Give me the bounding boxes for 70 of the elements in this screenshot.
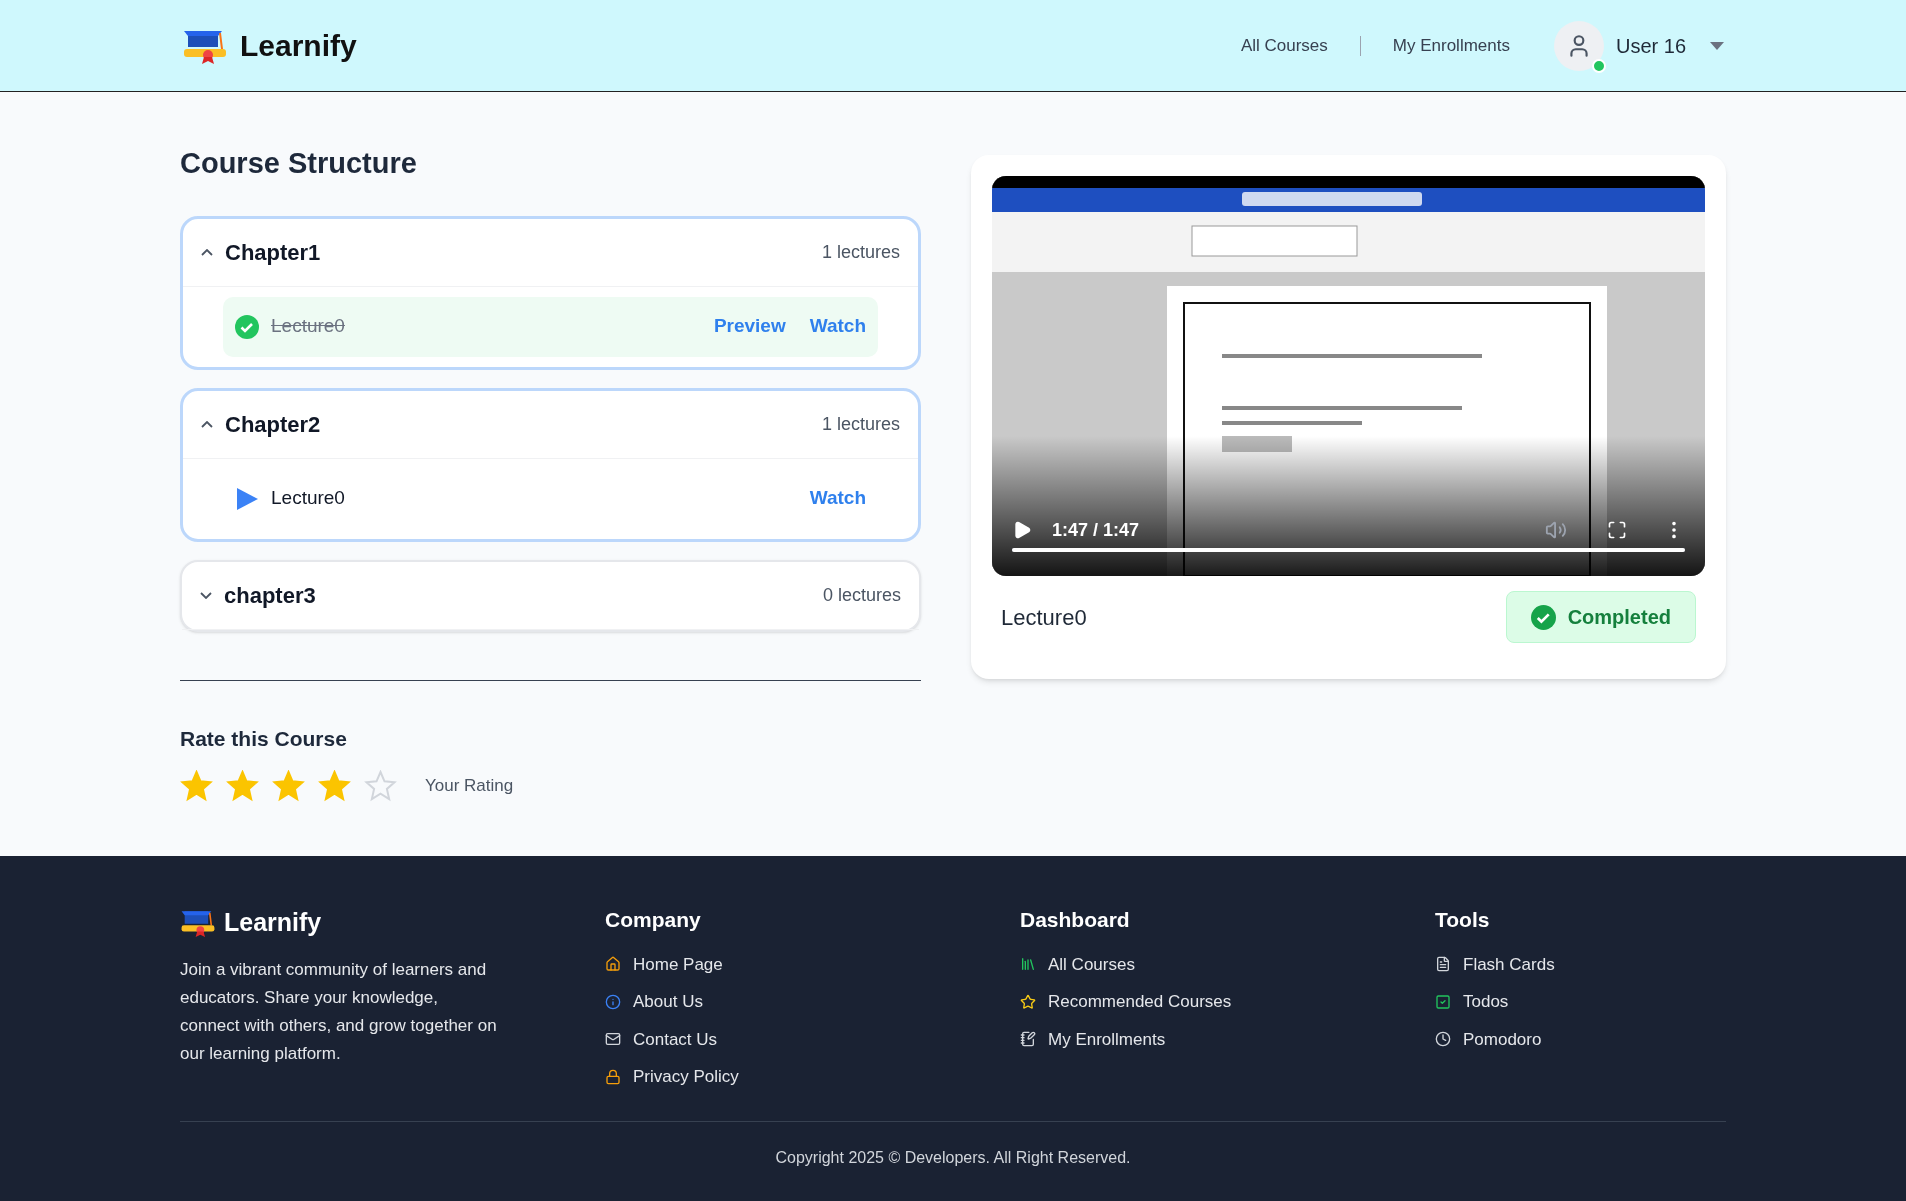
dropdown-caret-icon[interactable]	[1710, 41, 1724, 50]
books-icon	[1020, 956, 1036, 973]
star-icon	[1020, 993, 1036, 1010]
star-icon[interactable]	[318, 770, 351, 802]
check-circle-icon	[1530, 604, 1556, 630]
star-icon[interactable]	[226, 770, 259, 802]
chevron-up-icon	[201, 420, 213, 428]
footer-column-title: Dashboard	[1020, 907, 1131, 933]
footer-link[interactable]: Flash Cards	[1463, 951, 1555, 977]
play-icon[interactable]	[1012, 520, 1032, 540]
lecture-count: 0 lectures	[822, 583, 901, 607]
lecture-link[interactable]: Preview	[713, 312, 786, 341]
chapter-title: chapter3	[224, 581, 316, 610]
rating-title: Rate this Course	[180, 725, 348, 752]
check-circle-icon	[235, 314, 259, 339]
video-player[interactable]: 1:47 / 1:47	[992, 176, 1705, 576]
notepad-icon	[1020, 1031, 1036, 1048]
footer-link[interactable]: Home Page	[633, 951, 723, 977]
copyright-text: Copyright 2025 © Developers. All Right Reserved.	[775, 1147, 1131, 1168]
lecture-count: 1 lectures	[821, 412, 900, 436]
lecture-title: Lecture0	[1001, 603, 1087, 632]
footer-link[interactable]: Todos	[1463, 989, 1509, 1015]
info-icon	[605, 993, 621, 1010]
video-time: 1:47 / 1:47	[1052, 518, 1140, 542]
envelope-icon	[605, 1031, 621, 1048]
play-icon	[235, 486, 259, 511]
chapter-title: Chapter1	[225, 238, 321, 267]
lecture-link[interactable]: Watch	[809, 312, 866, 341]
footer-link[interactable]: About Us	[633, 989, 703, 1015]
padlock-icon	[605, 1068, 621, 1085]
page-title: Course Structure	[180, 146, 418, 181]
star-rating[interactable]	[180, 770, 397, 802]
nav-link[interactable]: My Enrollments	[1392, 32, 1510, 59]
rating-caption: Your Rating	[425, 775, 514, 798]
chapter-header[interactable]: Chapter1 1 lectures	[183, 218, 918, 287]
star-icon[interactable]	[364, 770, 397, 802]
chapter-header[interactable]: Chapter2 1 lectures	[183, 390, 918, 459]
chevron-up-icon	[201, 248, 213, 256]
star-icon[interactable]	[180, 770, 213, 802]
footer-description: Join a vibrant community of learners and educators. Share your knowledge, connect with others, and grow together on our learning platform.	[180, 958, 498, 1065]
footer-column-title: Company	[605, 907, 702, 933]
lecture-title: Lecture0	[271, 314, 345, 339]
footer-link[interactable]: Recommended Courses	[1048, 989, 1232, 1015]
chevron-down-icon	[200, 591, 212, 599]
brand-name: Learnify	[240, 28, 357, 64]
status-label: Completed	[1567, 605, 1671, 630]
footer-link[interactable]: My Enrollments	[1048, 1026, 1166, 1052]
lecture-row[interactable]: Lecture0 Preview Watch	[223, 296, 878, 357]
footer-brand-name: Learnify	[224, 907, 322, 938]
footer-link[interactable]: Privacy Policy	[633, 1064, 739, 1090]
lecture-row[interactable]: Lecture0 Watch	[223, 468, 878, 529]
lecture-link[interactable]: Watch	[809, 484, 866, 513]
document-icon	[1435, 956, 1451, 973]
fullscreen-icon[interactable]	[1607, 520, 1627, 540]
footer-link[interactable]: All Courses	[1048, 951, 1135, 977]
footer-link[interactable]: Pomodoro	[1463, 1026, 1542, 1052]
lecture-title: Lecture0	[271, 486, 345, 511]
footer-column-title: Tools	[1435, 907, 1491, 933]
volume-icon[interactable]	[1545, 519, 1567, 541]
clock-icon	[1435, 1031, 1451, 1048]
lecture-count: 1 lectures	[821, 240, 900, 264]
chapter-header[interactable]: chapter3 0 lectures	[182, 561, 919, 630]
star-icon[interactable]	[272, 770, 305, 802]
house-icon	[605, 956, 621, 973]
chapter-title: Chapter2	[225, 410, 321, 439]
nav-link[interactable]: All Courses	[1240, 32, 1328, 59]
checkbox-icon	[1435, 993, 1451, 1010]
progress-bar[interactable]	[1012, 548, 1685, 552]
user-name: User 16	[1615, 33, 1686, 59]
footer-link[interactable]: Contact Us	[633, 1026, 718, 1052]
